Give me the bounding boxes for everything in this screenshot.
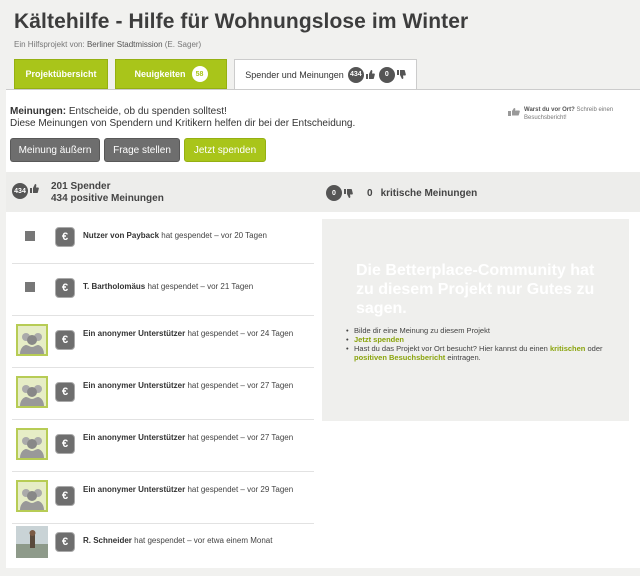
positive-stats-text: 201 Spender 434 positive Meinungen xyxy=(51,181,164,205)
donor-count: 201 Spender xyxy=(51,181,111,192)
visit-bold: Warst du vor Ort? xyxy=(524,107,575,113)
donor-text: hat gespendet – vor 21 Tagen xyxy=(147,282,254,291)
news-count-badge: 58 xyxy=(191,66,208,82)
opinions-intro: Meinungen: Entscheide, ob du spenden sol… xyxy=(10,106,355,130)
positive-report-link[interactable]: positiven Besuchsbericht xyxy=(354,353,445,362)
donor-row: € Ein anonymer Unterstützer hat gespende… xyxy=(12,316,314,368)
donor-text: hat gespendet – vor etwa einem Monat xyxy=(134,536,273,545)
intro-line2: Diese Meinungen von Spendern und Kritike… xyxy=(10,118,356,129)
donor-entry: Ein anonymer Unterstützer hat gespendet … xyxy=(83,329,308,339)
positive-opinion-count: 434 positive Meinungen xyxy=(51,193,164,204)
anonymous-group-avatar xyxy=(16,324,48,356)
thumbs-up-icon xyxy=(365,70,375,79)
tip-text: oder xyxy=(587,344,603,353)
negative-label: kritische Meinungen xyxy=(380,187,478,199)
donor-name[interactable]: R. Schneider xyxy=(83,536,132,545)
donor-name[interactable]: Nutzer von Payback xyxy=(83,231,159,240)
euro-icon: € xyxy=(55,486,75,506)
tab-spender-und-meinungen[interactable]: Spender und Meinungen 434 0 xyxy=(234,59,417,90)
donate-now-button[interactable]: Jetzt spenden xyxy=(184,138,266,162)
donor-photo-avatar xyxy=(16,526,48,558)
share-opinion-button[interactable]: Meinung äußern xyxy=(10,138,100,162)
donor-name[interactable]: Ein anonymer Unterstützer xyxy=(83,433,185,442)
euro-icon: € xyxy=(55,330,75,350)
tip-item: Jetzt spenden xyxy=(346,335,616,344)
euro-icon: € xyxy=(55,532,75,552)
donor-name[interactable]: T. Bartholomäus xyxy=(83,282,145,291)
donor-entry: T. Bartholomäus hat gespendet – vor 21 T… xyxy=(83,282,308,292)
tips-list: Bilde dir eine Meinung zu diesem Projekt… xyxy=(346,326,616,362)
visit-report-icon xyxy=(508,108,520,116)
positive-badge: 434 xyxy=(12,183,28,199)
person-name: (E. Sager) xyxy=(164,40,202,49)
negative-stats: 0 0 kritische Meinungen xyxy=(326,185,477,201)
page-title: Kältehilfe - Hilfe für Wohnungslose im W… xyxy=(14,10,469,33)
tab-label: Projektübersicht xyxy=(25,69,97,79)
avatar-placeholder xyxy=(25,231,35,241)
tip-item: Bilde dir eine Meinung zu diesem Projekt xyxy=(346,326,616,335)
critical-report-link[interactable]: kritischen xyxy=(550,344,585,353)
positive-count-badge: 434 xyxy=(347,66,364,83)
euro-icon: € xyxy=(55,278,75,298)
thumbs-up-icon xyxy=(30,184,39,193)
donor-text: hat gespendet – vor 24 Tagen xyxy=(187,329,294,338)
avatar-placeholder xyxy=(25,282,35,292)
tip-text: eintragen. xyxy=(447,353,481,362)
donor-list: € Nutzer von Payback hat gespendet – vor… xyxy=(12,212,315,568)
donor-entry: Ein anonymer Unterstützer hat gespendet … xyxy=(83,381,308,391)
donor-row: € T. Bartholomäus hat gespendet – vor 21… xyxy=(12,264,314,316)
donor-entry: Ein anonymer Unterstützer hat gespendet … xyxy=(83,433,308,443)
donor-name[interactable]: Ein anonymer Unterstützer xyxy=(83,329,185,338)
negative-count: 0 xyxy=(367,187,373,199)
negative-badge: 0 xyxy=(326,185,342,201)
donor-entry: Nutzer von Payback hat gespendet – vor 2… xyxy=(83,231,308,241)
donor-text: hat gespendet – vor 20 Tagen xyxy=(161,231,267,240)
euro-icon: € xyxy=(55,382,75,402)
donor-entry: Ein anonymer Unterstützer hat gespendet … xyxy=(83,485,308,495)
subtitle-prefix: Ein Hilfsprojekt von: xyxy=(14,40,85,49)
donor-text: hat gespendet – vor 29 Tagen xyxy=(187,485,294,494)
euro-icon: € xyxy=(55,434,75,454)
tip-text: Hast du das Projekt vor Ort besucht? Hie… xyxy=(354,344,548,353)
critical-opinions-box xyxy=(322,219,629,421)
donor-name[interactable]: Ein anonymer Unterstützer xyxy=(83,485,185,494)
anonymous-group-avatar xyxy=(16,428,48,460)
tab-neuigkeiten[interactable]: Neuigkeiten 58 xyxy=(115,59,227,89)
community-message: Die Betterplace-Community hat zu diesem … xyxy=(356,262,595,317)
donor-entry: R. Schneider hat gespendet – vor etwa ei… xyxy=(83,536,308,546)
negative-count-badge: 0 xyxy=(378,66,395,83)
tab-label: Spender und Meinungen xyxy=(245,69,344,80)
donor-row: € Ein anonymer Unterstützer hat gespende… xyxy=(12,368,314,420)
thumbs-down-icon xyxy=(344,188,353,198)
donor-text: hat gespendet – vor 27 Tagen xyxy=(187,381,294,390)
project-subtitle: Ein Hilfsprojekt von: Berliner Stadtmiss… xyxy=(14,40,201,49)
donor-row: € R. Schneider hat gespendet – vor etwa … xyxy=(12,524,314,576)
donor-row: € Ein anonymer Unterstützer hat gespende… xyxy=(12,420,314,472)
tip-item: Hast du das Projekt vor Ort besucht? Hie… xyxy=(346,344,616,362)
tab-projektuebersicht[interactable]: Projektübersicht xyxy=(14,59,108,89)
anonymous-group-avatar xyxy=(16,376,48,408)
donor-row: € Nutzer von Payback hat gespendet – vor… xyxy=(12,212,314,264)
intro-line1: Entscheide, ob du spenden solltest! xyxy=(68,106,227,117)
tab-label: Neuigkeiten xyxy=(134,69,186,79)
donor-row: € Ein anonymer Unterstützer hat gespende… xyxy=(12,472,314,524)
donate-now-link[interactable]: Jetzt spenden xyxy=(354,335,404,344)
donor-text: hat gespendet – vor 27 Tagen xyxy=(187,433,294,442)
visit-report-prompt[interactable]: Warst du vor Ort? Schreib einen Besuchsb… xyxy=(508,106,628,122)
anonymous-group-avatar xyxy=(16,480,48,512)
organization-link[interactable]: Berliner Stadtmission xyxy=(87,40,163,49)
positive-stats: 434 201 Spender 434 positive Meinungen xyxy=(12,181,164,205)
ask-question-button[interactable]: Frage stellen xyxy=(104,138,180,162)
donor-name[interactable]: Ein anonymer Unterstützer xyxy=(83,381,185,390)
euro-icon: € xyxy=(55,227,75,247)
intro-bold: Meinungen: xyxy=(10,106,67,117)
thumbs-down-icon xyxy=(396,70,406,79)
